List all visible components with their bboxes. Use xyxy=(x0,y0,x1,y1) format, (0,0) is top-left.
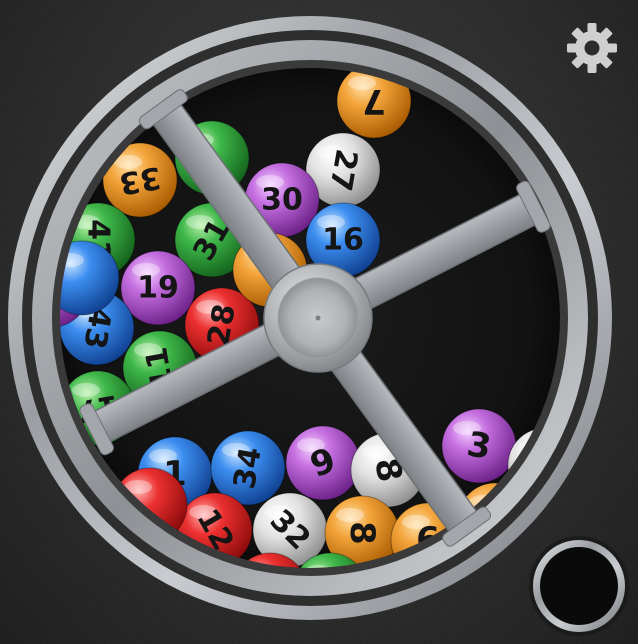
ball-number: 30 xyxy=(261,183,303,218)
ball-highlight xyxy=(336,508,364,522)
ball-highlight xyxy=(362,445,390,459)
drum-hub-center xyxy=(315,315,321,321)
ball-number: 27 xyxy=(322,146,364,193)
ball-number: 8 xyxy=(342,521,382,545)
ball-number: 7 xyxy=(362,81,386,121)
lottery-drum-scene: 72733301641311928431117134983123286 xyxy=(8,16,629,636)
ball-number: 33 xyxy=(116,159,163,201)
lottery-ball: 19 xyxy=(120,250,196,326)
lottery-ball: 3 xyxy=(441,408,517,484)
ball-outlet-hole xyxy=(540,547,618,625)
ball-number: 16 xyxy=(322,223,364,258)
lottery-ball: 9 xyxy=(285,425,361,501)
ball-number: 19 xyxy=(137,271,179,306)
ball-number: 34 xyxy=(227,444,269,491)
gear-icon[interactable] xyxy=(567,23,617,73)
ball-outlet-button[interactable] xyxy=(529,536,629,636)
lottery-game-screen: 72733301641311928431117134983123286 xyxy=(0,0,638,644)
